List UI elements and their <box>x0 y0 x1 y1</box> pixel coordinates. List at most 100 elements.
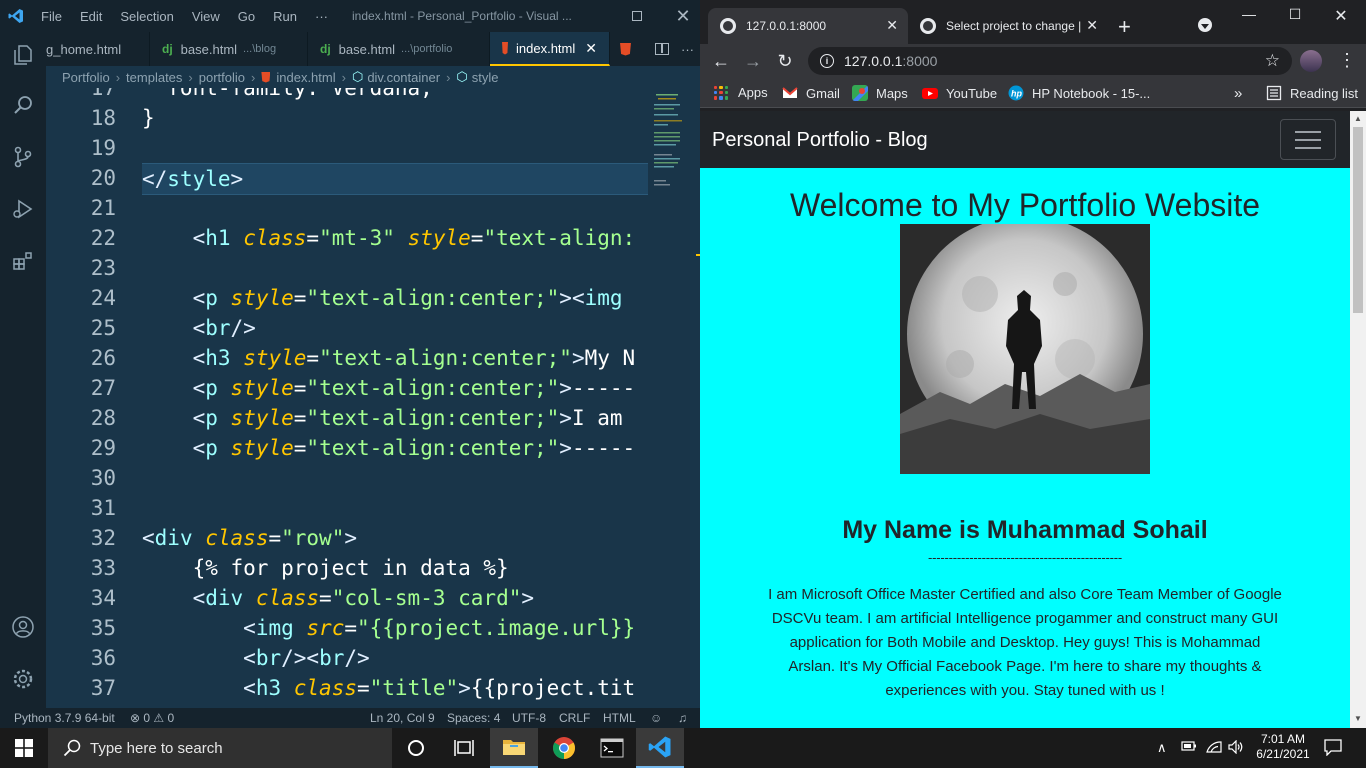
menu-go[interactable]: Go <box>229 9 264 24</box>
settings-gear-icon[interactable] <box>8 664 38 694</box>
forward-button[interactable]: → <box>742 50 764 72</box>
site-info-icon[interactable]: i <box>820 54 834 68</box>
extensions-icon[interactable] <box>8 246 38 276</box>
tab-index-html[interactable]: index.html ✕ <box>490 32 610 66</box>
code-line[interactable]: 29 <p style="text-align:center;">----- <box>46 433 700 463</box>
problems-count[interactable]: ⊗ 0 ⚠ 0 <box>130 711 174 725</box>
chrome-menu-icon[interactable]: ⋮ <box>1338 50 1356 71</box>
explorer-icon[interactable] <box>8 40 38 70</box>
maximize-button[interactable] <box>614 0 660 32</box>
code-line[interactable]: 25 <br/> <box>46 313 700 343</box>
start-button[interactable] <box>0 728 48 768</box>
show-hidden-icons-chevron-icon[interactable]: ∧ <box>1157 740 1167 756</box>
breadcrumb-item[interactable]: index.html <box>276 70 335 85</box>
system-clock[interactable]: 7:01 AM 6/21/2021 <box>1248 732 1318 762</box>
breadcrumb-item[interactable]: templates <box>126 70 182 85</box>
close-window-button[interactable]: ✕ <box>1318 6 1364 30</box>
scroll-down-arrow-icon[interactable]: ▼ <box>1354 714 1362 723</box>
menu-selection[interactable]: Selection <box>111 9 182 24</box>
breadcrumb-item[interactable]: Portfolio <box>62 70 110 85</box>
reading-list[interactable]: Reading list <box>1266 85 1358 101</box>
navbar-brand[interactable]: Personal Portfolio - Blog <box>712 129 928 152</box>
code-line[interactable]: 19 <box>46 133 700 163</box>
indentation[interactable]: Spaces: 4 <box>447 711 500 725</box>
tab-base-blog[interactable]: dj base.html ...\blog <box>150 32 308 66</box>
menu-more[interactable]: ··· <box>306 9 337 24</box>
code-line[interactable]: 21 <box>46 193 700 223</box>
terminal-taskbar-button[interactable] <box>588 728 636 768</box>
menu-edit[interactable]: Edit <box>71 9 111 24</box>
python-interpreter[interactable]: Python 3.7.9 64-bit <box>14 711 115 725</box>
code-line[interactable]: 17 font-family: Verdana; <box>46 88 700 103</box>
code-line[interactable]: 36 <br/><br/> <box>46 643 700 673</box>
profile-avatar[interactable] <box>1300 50 1322 72</box>
navbar-toggler-button[interactable] <box>1280 119 1336 160</box>
code-line[interactable]: 28 <p style="text-align:center;">I am <box>46 403 700 433</box>
scrollbar-thumb[interactable] <box>1353 127 1363 313</box>
tab-search-button[interactable] <box>1198 18 1212 32</box>
code-line[interactable]: 27 <p style="text-align:center;">----- <box>46 373 700 403</box>
code-line[interactable]: 20 </style> <box>46 163 700 195</box>
vscode-taskbar-button[interactable] <box>636 728 684 768</box>
minimap[interactable] <box>650 88 690 708</box>
code-line[interactable]: 23 <box>46 253 700 283</box>
tab-localhost[interactable]: 127.0.0.1:8000 ✕ <box>708 8 908 44</box>
account-icon[interactable] <box>8 612 38 642</box>
minimize-button[interactable]: — <box>1226 6 1272 30</box>
menu-file[interactable]: File <box>32 9 71 24</box>
tab-close-icon[interactable]: ✕ <box>585 40 597 57</box>
code-line[interactable]: 18} <box>46 103 700 133</box>
maximize-button[interactable]: ☐ <box>1272 6 1318 30</box>
tab-close-icon[interactable]: ✕ <box>1086 17 1098 34</box>
bookmark-maps[interactable]: Maps <box>852 85 908 101</box>
action-center-icon[interactable] <box>1324 738 1342 759</box>
breadcrumb-item[interactable]: div.container <box>367 70 440 85</box>
chrome-taskbar-button[interactable] <box>540 728 588 768</box>
page-scrollbar[interactable]: ▲ ▼ <box>1350 111 1366 728</box>
menu-run[interactable]: Run <box>264 9 306 24</box>
bookmarks-overflow-icon[interactable]: » <box>1234 85 1242 102</box>
code-line[interactable]: 26 <h3 style="text-align:center;">My N <box>46 343 700 373</box>
bookmark-hp-notebook[interactable]: hp HP Notebook - 15-... <box>1008 85 1150 101</box>
code-line[interactable]: 37 <h3 class="title">{{project.tit <box>46 673 700 703</box>
tab-blog-home[interactable]: g_home.html <box>46 32 150 66</box>
cortana-button[interactable] <box>392 728 440 768</box>
bookmark-gmail[interactable]: Gmail <box>782 85 840 101</box>
new-tab-button[interactable]: + <box>1118 14 1131 40</box>
tab-admin[interactable]: Select project to change | ✕ <box>908 8 1108 44</box>
code-line[interactable]: 34 <div class="col-sm-3 card"> <box>46 583 700 613</box>
volume-icon[interactable] <box>1228 739 1244 757</box>
code-line[interactable]: 33 {% for project in data %} <box>46 553 700 583</box>
breadcrumb-item[interactable]: portfolio <box>199 70 245 85</box>
tab-close-icon[interactable]: ✕ <box>886 17 898 34</box>
scroll-up-arrow-icon[interactable]: ▲ <box>1354 114 1362 123</box>
code-line[interactable]: 31 <box>46 493 700 523</box>
run-debug-icon[interactable] <box>8 194 38 224</box>
bookmark-star-icon[interactable]: ☆ <box>1265 51 1280 71</box>
search-icon[interactable] <box>8 90 38 120</box>
code-editor[interactable]: 17 font-family: Verdana; 18} 19 20 </style> 2… <box>46 88 700 708</box>
language-mode[interactable]: HTML <box>603 711 636 725</box>
reload-button[interactable]: ↻ <box>774 50 796 72</box>
close-button[interactable]: ✕ <box>660 0 700 32</box>
breadcrumb-item[interactable]: style <box>472 70 499 85</box>
open-preview-button[interactable] <box>610 32 649 66</box>
code-line[interactable]: 32 <div class="row"> <box>46 523 700 553</box>
tab-base-portfolio[interactable]: dj base.html ...\portfolio <box>308 32 490 66</box>
code-line[interactable]: 35 <img src="{{project.image.url}} <box>46 613 700 643</box>
feedback-icon[interactable]: ☺ <box>650 711 662 725</box>
code-line[interactable]: 22 <h1 class="mt-3" style="text-align: <box>46 223 700 253</box>
code-line[interactable]: 30 <box>46 463 700 493</box>
taskbar-search-box[interactable]: Type here to search <box>48 728 392 768</box>
url-text[interactable]: 127.0.0.1:8000 <box>844 53 937 69</box>
wifi-icon[interactable] <box>1206 740 1222 757</box>
battery-icon[interactable] <box>1181 740 1197 755</box>
bookmark-youtube[interactable]: YouTube <box>922 85 997 101</box>
code-line[interactable]: 24 <p style="text-align:center;"><img <box>46 283 700 313</box>
encoding[interactable]: UTF-8 <box>512 711 546 725</box>
source-control-icon[interactable] <box>8 142 38 172</box>
more-actions-button[interactable]: ··· <box>675 32 700 66</box>
back-button[interactable]: ← <box>710 50 732 72</box>
address-bar[interactable]: i 127.0.0.1:8000 ☆ <box>808 47 1292 75</box>
bookmark-apps[interactable]: Apps <box>714 85 768 100</box>
